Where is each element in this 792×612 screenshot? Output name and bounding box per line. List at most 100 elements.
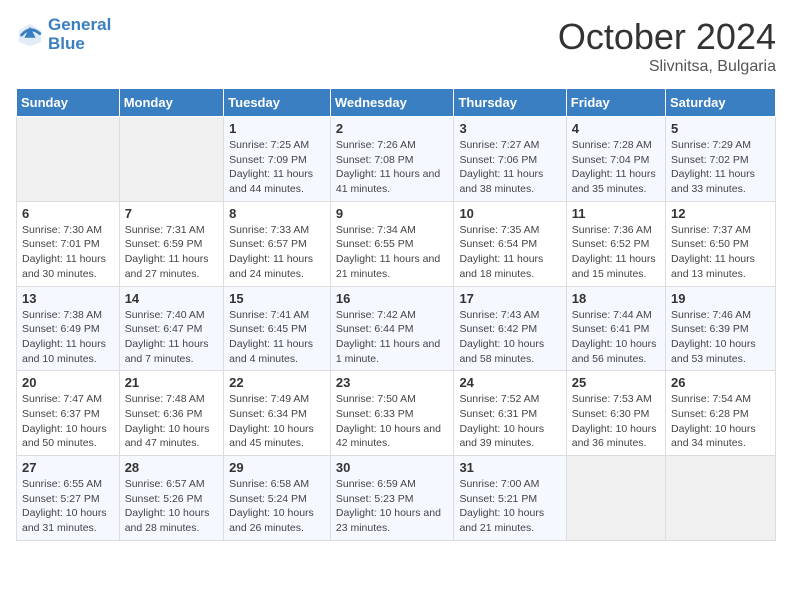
- calendar-cell: 7Sunrise: 7:31 AM Sunset: 6:59 PM Daylig…: [119, 201, 223, 286]
- day-number: 26: [671, 375, 770, 390]
- day-content: Sunrise: 7:28 AM Sunset: 7:04 PM Dayligh…: [572, 138, 660, 197]
- day-number: 23: [336, 375, 449, 390]
- day-number: 29: [229, 460, 325, 475]
- day-number: 18: [572, 291, 660, 306]
- day-content: Sunrise: 6:57 AM Sunset: 5:26 PM Dayligh…: [125, 477, 218, 536]
- calendar-cell: 5 Sunrise: 7:29 AM Sunset: 7:02 PM Daylig…: [666, 117, 776, 202]
- day-number: 9: [336, 206, 449, 221]
- calendar-cell: 15 Sunrise: 7:41 AM Sunset: 6:45 PM Dayli…: [224, 286, 331, 371]
- calendar-cell: 4 Sunrise: 7:28 AM Sunset: 7:04 PM Daylig…: [566, 117, 665, 202]
- day-content: Sunrise: 7:30 AM Sunset: 7:01 PM Dayligh…: [22, 223, 114, 282]
- day-number: 6: [22, 206, 114, 221]
- day-content: Sunrise: 7:52 AM Sunset: 6:31 PM Dayligh…: [459, 392, 560, 451]
- calendar-cell: 26Sunrise: 7:54 AM Sunset: 6:28 PM Dayli…: [666, 371, 776, 456]
- day-number: 21: [125, 375, 218, 390]
- calendar-week-row: 20 Sunrise: 7:47 AM Sunset: 6:37 PM Dayli…: [17, 371, 776, 456]
- day-number: 27: [22, 460, 114, 475]
- day-number: 11: [572, 206, 660, 221]
- day-content: Sunrise: 7:27 AM Sunset: 7:06 PM Dayligh…: [459, 138, 560, 197]
- calendar-cell: 19 Sunrise: 7:46 AM Sunset: 6:39 PM Dayli…: [666, 286, 776, 371]
- calendar-week-row: 6 Sunrise: 7:30 AM Sunset: 7:01 PM Daylig…: [17, 201, 776, 286]
- day-content: Sunrise: 7:33 AM Sunset: 6:57 PM Dayligh…: [229, 223, 325, 282]
- day-number: 25: [572, 375, 660, 390]
- day-content: Sunrise: 7:26 AM Sunset: 7:08 PM Dayligh…: [336, 138, 449, 197]
- day-content: Sunrise: 7:53 AM Sunset: 6:30 PM Dayligh…: [572, 392, 660, 451]
- calendar-cell: 17 Sunrise: 7:43 AM Sunset: 6:42 PM Dayli…: [454, 286, 566, 371]
- day-number: 22: [229, 375, 325, 390]
- calendar-cell: 27 Sunrise: 6:55 AM Sunset: 5:27 PM Dayli…: [17, 456, 120, 541]
- day-content: Sunrise: 7:49 AM Sunset: 6:34 PM Dayligh…: [229, 392, 325, 451]
- calendar-cell: 9 Sunrise: 7:34 AM Sunset: 6:55 PM Daylig…: [330, 201, 454, 286]
- day-content: Sunrise: 6:58 AM Sunset: 5:24 PM Dayligh…: [229, 477, 325, 536]
- calendar-cell: 16 Sunrise: 7:42 AM Sunset: 6:44 PM Dayli…: [330, 286, 454, 371]
- header-cell-wednesday: Wednesday: [330, 89, 454, 117]
- day-number: 19: [671, 291, 770, 306]
- day-content: Sunrise: 7:41 AM Sunset: 6:45 PM Dayligh…: [229, 308, 325, 367]
- day-content: Sunrise: 7:50 AM Sunset: 6:33 PM Dayligh…: [336, 392, 449, 451]
- day-number: 5: [671, 121, 770, 136]
- title-block: October 2024 Slivnitsa, Bulgaria: [558, 16, 776, 76]
- calendar-cell: [666, 456, 776, 541]
- day-content: Sunrise: 6:55 AM Sunset: 5:27 PM Dayligh…: [22, 477, 114, 536]
- day-number: 1: [229, 121, 325, 136]
- calendar-cell: 1 Sunrise: 7:25 AM Sunset: 7:09 PM Daylig…: [224, 117, 331, 202]
- day-number: 4: [572, 121, 660, 136]
- calendar-cell: 14Sunrise: 7:40 AM Sunset: 6:47 PM Dayli…: [119, 286, 223, 371]
- calendar-table: SundayMondayTuesdayWednesdayThursdayFrid…: [16, 88, 776, 541]
- day-content: Sunrise: 7:25 AM Sunset: 7:09 PM Dayligh…: [229, 138, 325, 197]
- calendar-cell: 21 Sunrise: 7:48 AM Sunset: 6:36 PM Dayli…: [119, 371, 223, 456]
- day-number: 10: [459, 206, 560, 221]
- day-number: 16: [336, 291, 449, 306]
- calendar-cell: 6 Sunrise: 7:30 AM Sunset: 7:01 PM Daylig…: [17, 201, 120, 286]
- calendar-cell: 13 Sunrise: 7:38 AM Sunset: 6:49 PM Dayli…: [17, 286, 120, 371]
- header-cell-friday: Friday: [566, 89, 665, 117]
- calendar-cell: 12Sunrise: 7:37 AM Sunset: 6:50 PM Dayli…: [666, 201, 776, 286]
- calendar-cell: 10 Sunrise: 7:35 AM Sunset: 6:54 PM Dayli…: [454, 201, 566, 286]
- calendar-cell: 2Sunrise: 7:26 AM Sunset: 7:08 PM Daylig…: [330, 117, 454, 202]
- day-number: 24: [459, 375, 560, 390]
- day-content: Sunrise: 7:46 AM Sunset: 6:39 PM Dayligh…: [671, 308, 770, 367]
- calendar-week-row: 27 Sunrise: 6:55 AM Sunset: 5:27 PM Dayli…: [17, 456, 776, 541]
- calendar-week-row: 1 Sunrise: 7:25 AM Sunset: 7:09 PM Daylig…: [17, 117, 776, 202]
- day-number: 20: [22, 375, 114, 390]
- calendar-cell: [119, 117, 223, 202]
- logo-icon: [16, 21, 44, 49]
- day-number: 15: [229, 291, 325, 306]
- logo-text: General Blue: [48, 16, 111, 53]
- day-number: 13: [22, 291, 114, 306]
- calendar-cell: 25 Sunrise: 7:53 AM Sunset: 6:30 PM Dayli…: [566, 371, 665, 456]
- day-content: Sunrise: 7:35 AM Sunset: 6:54 PM Dayligh…: [459, 223, 560, 282]
- day-content: Sunrise: 7:38 AM Sunset: 6:49 PM Dayligh…: [22, 308, 114, 367]
- calendar-cell: 28Sunrise: 6:57 AM Sunset: 5:26 PM Dayli…: [119, 456, 223, 541]
- day-number: 30: [336, 460, 449, 475]
- month-title: October 2024: [558, 16, 776, 58]
- day-number: 17: [459, 291, 560, 306]
- calendar-cell: [17, 117, 120, 202]
- day-content: Sunrise: 7:42 AM Sunset: 6:44 PM Dayligh…: [336, 308, 449, 367]
- header-cell-saturday: Saturday: [666, 89, 776, 117]
- page-header: General Blue October 2024 Slivnitsa, Bul…: [16, 16, 776, 76]
- day-number: 12: [671, 206, 770, 221]
- header-cell-tuesday: Tuesday: [224, 89, 331, 117]
- day-content: Sunrise: 6:59 AM Sunset: 5:23 PM Dayligh…: [336, 477, 449, 536]
- day-content: Sunrise: 7:29 AM Sunset: 7:02 PM Dayligh…: [671, 138, 770, 197]
- calendar-cell: 18Sunrise: 7:44 AM Sunset: 6:41 PM Dayli…: [566, 286, 665, 371]
- calendar-cell: 11Sunrise: 7:36 AM Sunset: 6:52 PM Dayli…: [566, 201, 665, 286]
- day-content: Sunrise: 7:34 AM Sunset: 6:55 PM Dayligh…: [336, 223, 449, 282]
- day-number: 3: [459, 121, 560, 136]
- day-content: Sunrise: 7:47 AM Sunset: 6:37 PM Dayligh…: [22, 392, 114, 451]
- day-content: Sunrise: 7:48 AM Sunset: 6:36 PM Dayligh…: [125, 392, 218, 451]
- calendar-header-row: SundayMondayTuesdayWednesdayThursdayFrid…: [17, 89, 776, 117]
- header-cell-thursday: Thursday: [454, 89, 566, 117]
- day-number: 7: [125, 206, 218, 221]
- calendar-cell: 29 Sunrise: 6:58 AM Sunset: 5:24 PM Dayli…: [224, 456, 331, 541]
- calendar-cell: 3 Sunrise: 7:27 AM Sunset: 7:06 PM Daylig…: [454, 117, 566, 202]
- day-content: Sunrise: 7:43 AM Sunset: 6:42 PM Dayligh…: [459, 308, 560, 367]
- calendar-cell: 30 Sunrise: 6:59 AM Sunset: 5:23 PM Dayli…: [330, 456, 454, 541]
- calendar-cell: 20 Sunrise: 7:47 AM Sunset: 6:37 PM Dayli…: [17, 371, 120, 456]
- logo: General Blue: [16, 16, 111, 53]
- location-title: Slivnitsa, Bulgaria: [558, 58, 776, 76]
- calendar-cell: 31Sunrise: 7:00 AM Sunset: 5:21 PM Dayli…: [454, 456, 566, 541]
- calendar-week-row: 13 Sunrise: 7:38 AM Sunset: 6:49 PM Dayli…: [17, 286, 776, 371]
- day-number: 31: [459, 460, 560, 475]
